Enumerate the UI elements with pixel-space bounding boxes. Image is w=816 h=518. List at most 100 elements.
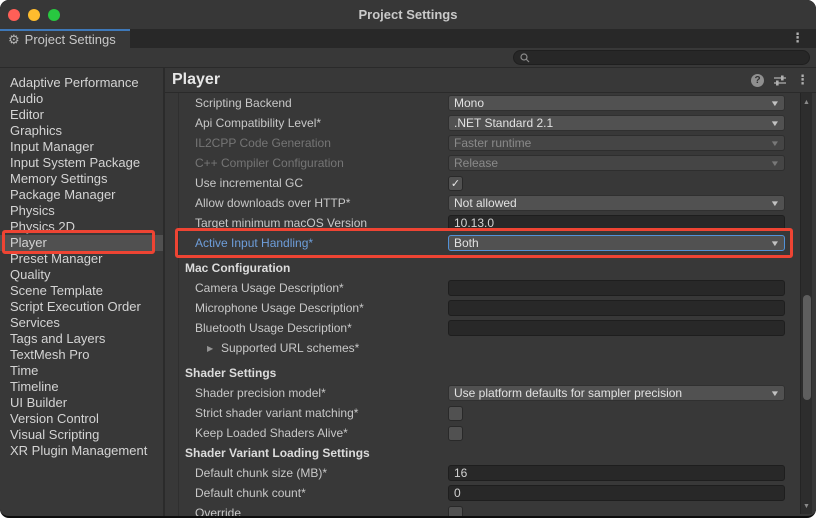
dropdown-value: Mono <box>454 96 771 110</box>
chevron-down-icon: ▼ <box>770 119 780 128</box>
row-camera-usage-description: Camera Usage Description* <box>165 278 816 298</box>
window-title: Project Settings <box>0 7 816 22</box>
row-override: Override <box>165 503 816 516</box>
dropdown-value: Not allowed <box>454 196 771 210</box>
allow-downloads-over-http-dropdown[interactable]: Not allowed▼ <box>448 195 785 211</box>
close-button[interactable] <box>8 9 20 21</box>
sidebar-item-package-manager[interactable]: Package Manager <box>0 187 163 203</box>
sidebar-item-editor[interactable]: Editor <box>0 107 163 123</box>
scripting-backend-dropdown[interactable]: Mono▼ <box>448 95 785 111</box>
sidebar-item-version-control[interactable]: Version Control <box>0 411 163 427</box>
section-header-shader-variant-loading-settings: Shader Variant Loading Settings <box>185 446 370 460</box>
player-settings-panel: Player ? ⋮ Scripting BackendMono▼Api Com… <box>165 68 816 516</box>
row-shader-precision-model: Shader precision model*Use platform defa… <box>165 383 816 403</box>
row-use-incremental-gc: Use incremental GC✓ <box>165 173 816 193</box>
gear-icon: ⚙ <box>8 33 20 46</box>
row-shader-settings: Shader Settings <box>165 363 816 383</box>
scroll-up-icon[interactable]: ▲ <box>801 99 812 106</box>
presets-icon[interactable] <box>773 74 787 86</box>
chevron-down-icon: ▼ <box>770 199 780 208</box>
sidebar-item-physics-2d[interactable]: Physics 2D <box>0 219 163 235</box>
scroll-down-icon[interactable]: ▼ <box>801 503 812 510</box>
sidebar-item-time[interactable]: Time <box>0 363 163 379</box>
section-header-mac-configuration: Mac Configuration <box>185 261 290 275</box>
row-target-minimum-macos-version: Target minimum macOS Version10.13.0 <box>165 213 816 233</box>
row-strict-shader-variant-matching: Strict shader variant matching* <box>165 403 816 423</box>
override-checkbox[interactable] <box>448 506 463 517</box>
setting-label: Override <box>195 506 241 516</box>
sidebar-item-ui-builder[interactable]: UI Builder <box>0 395 163 411</box>
active-input-handling-dropdown[interactable]: Both▼ <box>448 235 785 251</box>
vertical-scrollbar[interactable]: ▲ ▼ <box>800 93 812 514</box>
sidebar-item-timeline[interactable]: Timeline <box>0 379 163 395</box>
field-value: 16 <box>454 466 467 480</box>
sidebar-item-physics[interactable]: Physics <box>0 203 163 219</box>
il2cpp-code-generation-dropdown: Faster runtime▼ <box>448 135 785 151</box>
sidebar-item-adaptive-performance[interactable]: Adaptive Performance <box>0 75 163 91</box>
row-active-input-handling: Active Input Handling*Both▼ <box>165 233 816 253</box>
sidebar-item-services[interactable]: Services <box>0 315 163 331</box>
c-compiler-configuration-dropdown: Release▼ <box>448 155 785 171</box>
setting-label: Bluetooth Usage Description* <box>195 321 352 335</box>
sidebar-item-quality[interactable]: Quality <box>0 267 163 283</box>
toolbar <box>0 48 816 68</box>
row-allow-downloads-over-http: Allow downloads over HTTP*Not allowed▼ <box>165 193 816 213</box>
row-keep-loaded-shaders-alive: Keep Loaded Shaders Alive* <box>165 423 816 443</box>
sidebar-item-input-manager[interactable]: Input Manager <box>0 139 163 155</box>
default-chunk-count-field[interactable]: 0 <box>448 485 785 501</box>
setting-label: Scripting Backend <box>195 96 292 110</box>
setting-label: Keep Loaded Shaders Alive* <box>195 426 348 440</box>
camera-usage-description-field[interactable] <box>448 280 785 296</box>
sidebar-item-script-execution-order[interactable]: Script Execution Order <box>0 299 163 315</box>
shader-precision-model-dropdown[interactable]: Use platform defaults for sampler precis… <box>448 385 785 401</box>
row-mac-configuration: Mac Configuration <box>165 258 816 278</box>
sidebar-item-audio[interactable]: Audio <box>0 91 163 107</box>
chevron-down-icon: ▼ <box>770 389 780 398</box>
sidebar-item-textmesh-pro[interactable]: TextMesh Pro <box>0 347 163 363</box>
keep-loaded-shaders-alive-checkbox[interactable] <box>448 426 463 441</box>
help-icon[interactable]: ? <box>751 74 764 87</box>
row-microphone-usage-description: Microphone Usage Description* <box>165 298 816 318</box>
dropdown-value: Faster runtime <box>454 136 771 150</box>
dropdown-value: Release <box>454 156 771 170</box>
row-scripting-backend: Scripting Backend Mono▼ <box>165 93 816 113</box>
project-settings-window: Project Settings ⚙ Project Settings ⋮ Ad… <box>0 0 816 518</box>
sidebar-item-preset-manager[interactable]: Preset Manager <box>0 251 163 267</box>
search-input[interactable] <box>513 50 810 65</box>
search-icon <box>520 53 530 63</box>
minimize-button[interactable] <box>28 9 40 21</box>
row-c-compiler-configuration: C++ Compiler ConfigurationRelease▼ <box>165 153 816 173</box>
sidebar-item-input-system-package[interactable]: Input System Package <box>0 155 163 171</box>
target-minimum-macos-version-field[interactable]: 10.13.0 <box>448 215 785 231</box>
scrollbar-thumb[interactable] <box>803 295 811 400</box>
tab-bar: ⚙ Project Settings ⋮ <box>0 29 816 48</box>
sidebar-item-graphics[interactable]: Graphics <box>0 123 163 139</box>
tab-bar-menu-icon[interactable]: ⋮ <box>791 30 804 46</box>
sidebar-item-scene-template[interactable]: Scene Template <box>0 283 163 299</box>
sidebar-item-tags-and-layers[interactable]: Tags and Layers <box>0 331 163 347</box>
strict-shader-variant-matching-checkbox[interactable] <box>448 406 463 421</box>
traffic-lights <box>8 9 60 21</box>
default-chunk-size-mb-field[interactable]: 16 <box>448 465 785 481</box>
setting-label: Microphone Usage Description* <box>195 301 364 315</box>
chevron-down-icon: ▼ <box>770 239 780 248</box>
row-bluetooth-usage-description: Bluetooth Usage Description* <box>165 318 816 338</box>
foldout-arrow-icon[interactable]: ▶ <box>207 344 213 353</box>
panel-menu-icon[interactable]: ⋮ <box>796 72 809 88</box>
sidebar-item-xr-plugin-management[interactable]: XR Plugin Management <box>0 443 163 459</box>
use-incremental-gc-checkbox[interactable]: ✓ <box>448 176 463 191</box>
titlebar: Project Settings <box>0 0 816 29</box>
sidebar-item-visual-scripting[interactable]: Visual Scripting <box>0 427 163 443</box>
sidebar-item-player[interactable]: Player <box>0 235 163 251</box>
bluetooth-usage-description-field[interactable] <box>448 320 785 336</box>
setting-label: Default chunk size (MB)* <box>195 466 327 480</box>
foldout-label[interactable]: Supported URL schemes* <box>221 341 359 355</box>
settings-content: Scripting BackendMono▼Api Compatibility … <box>165 93 816 516</box>
tab-project-settings[interactable]: ⚙ Project Settings <box>0 29 130 48</box>
maximize-button[interactable] <box>48 9 60 21</box>
sidebar-item-memory-settings[interactable]: Memory Settings <box>0 171 163 187</box>
row-default-chunk-size-mb: Default chunk size (MB)* 16 <box>165 463 816 483</box>
api-compatibility-level-dropdown[interactable]: .NET Standard 2.1▼ <box>448 115 785 131</box>
field-value: 10.13.0 <box>454 216 494 230</box>
microphone-usage-description-field[interactable] <box>448 300 785 316</box>
